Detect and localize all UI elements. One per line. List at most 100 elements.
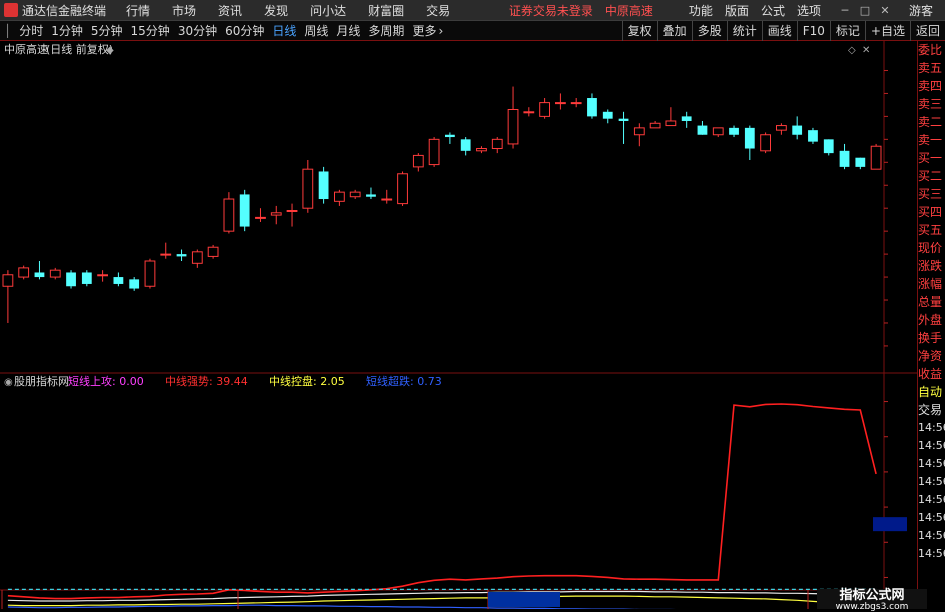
toolbar-back[interactable]: 返回 <box>909 20 945 41</box>
candle-body-up <box>412 154 424 168</box>
menu-item-news[interactable]: 资讯 <box>218 2 242 19</box>
toolbar-overlay[interactable]: 叠加 <box>656 20 692 41</box>
period-60min[interactable]: 60分钟 <box>225 22 264 39</box>
toolbar-f10[interactable]: F10 <box>796 20 830 41</box>
chart-close-icon[interactable]: ✕ <box>862 45 870 56</box>
sidebar-item[interactable]: 总量 <box>918 293 945 311</box>
menu-item-market[interactable]: 行情 <box>126 2 150 19</box>
menu-item-trade[interactable]: 交易 <box>426 2 450 19</box>
candle-body-up <box>381 198 393 201</box>
sidebar-item[interactable]: 买三 <box>918 185 945 203</box>
sidebar-item[interactable]: 委比 <box>918 41 945 59</box>
period-intraday[interactable]: 分时 <box>19 22 43 39</box>
watermark: 指标公式网 www.zbgs3.com <box>817 589 927 612</box>
period-weekly[interactable]: 周线 <box>304 22 328 39</box>
sidebar-lower-item[interactable]: 自动 <box>918 383 945 401</box>
candle-body-up <box>491 138 503 150</box>
menu-item-layout[interactable]: 版面 <box>725 2 749 19</box>
chart-settings-icon[interactable]: ◆ <box>106 45 114 56</box>
sidebar-item[interactable]: 涨幅 <box>918 275 945 293</box>
period-monthly[interactable]: 月线 <box>336 22 360 39</box>
candle-body-down <box>66 272 76 287</box>
menu-item-options[interactable]: 选项 <box>797 2 821 19</box>
sidebar-item[interactable]: 收益 <box>918 365 945 383</box>
candle-body-up <box>712 127 724 136</box>
candle-body-up <box>223 198 235 232</box>
period-15min[interactable]: 15分钟 <box>131 22 170 39</box>
sidebar-item[interactable]: 卖一 <box>918 131 945 149</box>
candle-body-up <box>760 134 772 152</box>
sidebar-item[interactable]: 换手 <box>918 329 945 347</box>
chart-diamond-icon[interactable]: ◇ <box>848 45 856 56</box>
candle-body-up <box>570 102 582 105</box>
minimize-icon[interactable]: ─ <box>837 4 853 17</box>
candle-body-down <box>366 194 376 197</box>
sidebar-item[interactable]: 外盘 <box>918 311 945 329</box>
candle-body-down <box>34 272 45 278</box>
maximize-icon[interactable]: □ <box>857 4 873 17</box>
sidebar-item[interactable]: 净资 <box>918 347 945 365</box>
candle-body-up <box>160 253 172 256</box>
candle-body-up <box>270 212 282 216</box>
sidebar-item[interactable]: 买四 <box>918 203 945 221</box>
current-stock-name: 中原高速 <box>604 3 653 18</box>
sidebar-time: 14:56 <box>918 511 945 524</box>
menu-item-markets[interactable]: 市场 <box>172 2 196 19</box>
sidebar-time: 14:56 <box>918 529 945 542</box>
candle-body-up <box>49 269 61 278</box>
period-daily[interactable]: 日线 <box>272 22 296 39</box>
sidebar-item[interactable]: 卖三 <box>918 95 945 113</box>
candle-body-down <box>681 116 692 121</box>
candle-body-up <box>18 267 30 278</box>
sidebar-item[interactable]: 买一 <box>918 149 945 167</box>
indicator-series-1 <box>7 595 877 607</box>
toolbar-stats[interactable]: 统计 <box>726 20 762 41</box>
candle-body-up <box>633 127 645 136</box>
candle-body-up <box>349 191 361 198</box>
period-multi[interactable]: 多周期 <box>368 22 404 39</box>
quote-sidebar: 委比 卖五 卖四 卖三 卖二 卖一 买一 买二 买三 买四 买五 现价 涨跌 涨幅 总量 外盘 换手 净资 收益 自动… <box>917 41 945 609</box>
toolbar-grip-icon: │ <box>4 23 12 38</box>
period-more[interactable]: 更多 <box>412 22 436 39</box>
date-cursor-box <box>488 592 560 607</box>
toolbar-add-watchlist[interactable]: +自选 <box>864 20 910 41</box>
sidebar-lower-item[interactable]: 交易 <box>918 401 945 419</box>
period-1min[interactable]: 1分钟 <box>51 22 83 39</box>
candle-body-down <box>697 125 708 135</box>
chevron-right-icon[interactable]: › <box>438 24 443 38</box>
indicator-value-0: 短线上攻: 0.00 <box>68 374 144 388</box>
toolbar-adjust[interactable]: 复权 <box>621 20 657 41</box>
indicator-settings-icon[interactable]: ◉ <box>4 377 13 388</box>
sidebar-time: 14:56 <box>918 457 945 470</box>
menu-item-functions[interactable]: 功能 <box>689 2 713 19</box>
sidebar-item[interactable]: 买五 <box>918 221 945 239</box>
period-30min[interactable]: 30分钟 <box>178 22 217 39</box>
sidebar-item[interactable]: 涨跌 <box>918 257 945 275</box>
user-label[interactable]: 游客 <box>909 2 933 19</box>
chart-area[interactable]: 中原高速 (日线 前复权) ◆ ◇ ✕ ◉ 股朋指标网 短线上攻: 0.00 中线… <box>0 41 917 609</box>
candle-body-down <box>602 111 613 119</box>
sidebar-item[interactable]: 现价 <box>918 239 945 257</box>
close-icon[interactable]: ✕ <box>877 4 893 17</box>
candle-body-up <box>286 210 298 212</box>
toolbar-multi-stock[interactable]: 多股 <box>691 20 727 41</box>
indicator-series-0 <box>7 403 877 600</box>
menu-item-discover[interactable]: 发现 <box>264 2 288 19</box>
candle-body-down <box>129 279 140 289</box>
candle-body-up <box>649 122 661 129</box>
menu-item-wealth[interactable]: 财富圈 <box>368 2 404 19</box>
menu-item-formula[interactable]: 公式 <box>761 2 785 19</box>
toolbar-draw[interactable]: 画线 <box>761 20 797 41</box>
indicator-name: 股朋指标网 <box>14 374 69 388</box>
toolbar-mark[interactable]: 标记 <box>829 20 865 41</box>
sidebar-item[interactable]: 买二 <box>918 167 945 185</box>
sidebar-item[interactable]: 卖四 <box>918 77 945 95</box>
trade-login-notice[interactable]: 证券交易未登录 <box>509 2 593 19</box>
sidebar-item[interactable]: 卖五 <box>918 59 945 77</box>
period-5min[interactable]: 5分钟 <box>91 22 123 39</box>
candle-body-down <box>81 272 92 284</box>
menu-item-ask[interactable]: 问小达 <box>310 2 346 19</box>
candle-body-up <box>97 274 109 277</box>
sidebar-item[interactable]: 卖二 <box>918 113 945 131</box>
indicator-value-2: 中线控盘: 2.05 <box>269 374 345 388</box>
